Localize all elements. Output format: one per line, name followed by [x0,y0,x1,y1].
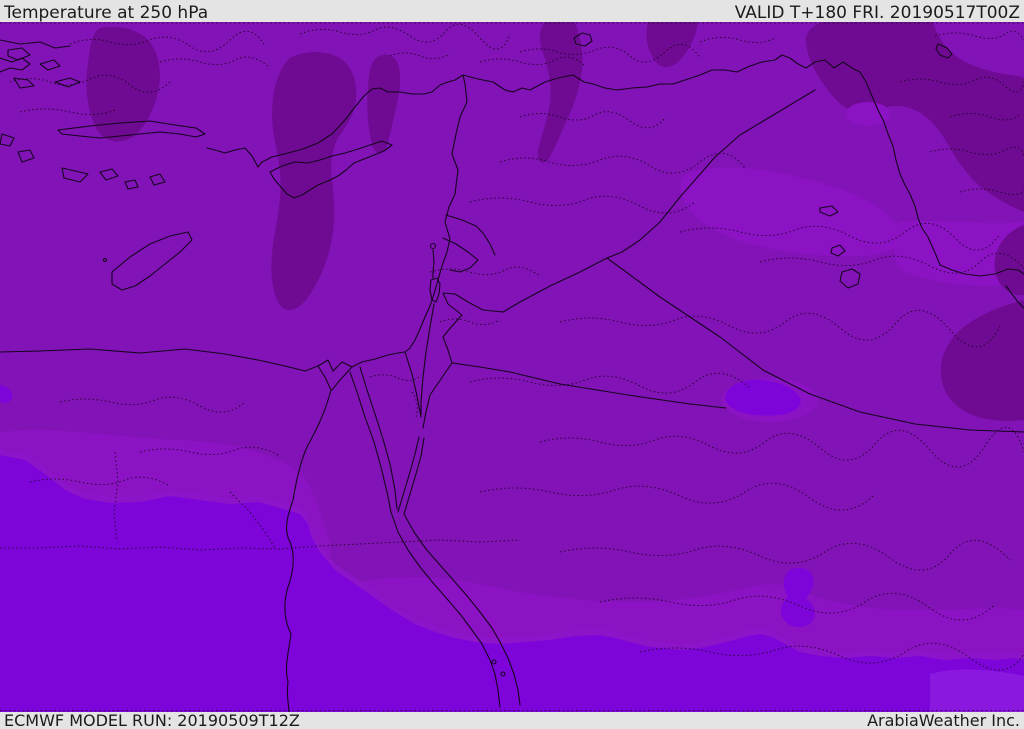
model-run-label: ECMWF MODEL RUN: 20190509T12Z [4,712,300,729]
header-bar: Temperature at 250 hPa VALID T+180 FRI. … [0,0,1024,23]
weather-map-svg [0,22,1024,712]
map-title: Temperature at 250 hPa [4,3,209,23]
footer-bar: ECMWF MODEL RUN: 20190509T12Z ArabiaWeat… [0,712,1024,729]
valid-time-label: VALID T+180 FRI. 20190517T00Z [734,3,1020,23]
credit-label: ArabiaWeather Inc. [867,712,1020,729]
map-canvas [0,22,1024,712]
